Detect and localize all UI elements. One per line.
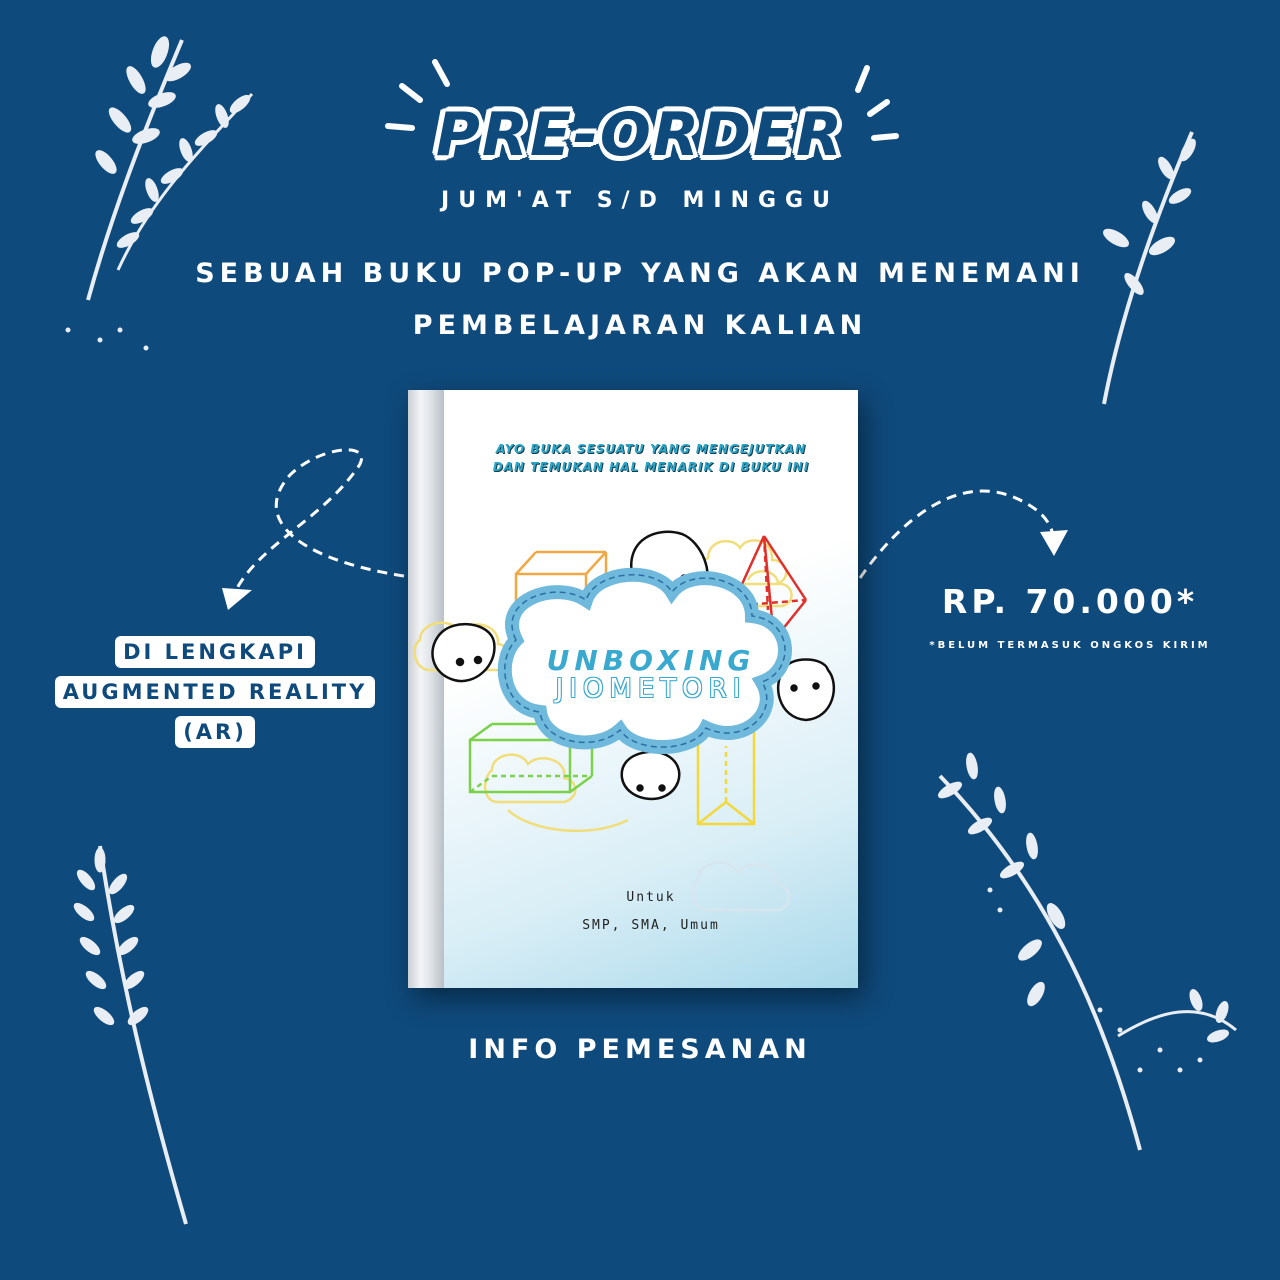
- order-info-link[interactable]: INFO PEMESANAN: [0, 1034, 1280, 1065]
- headline-line-2: PEMBELAJARAN KALIAN: [412, 310, 868, 341]
- book-for-label: Untuk: [626, 890, 676, 905]
- price-note: *BELUM TERMASUK ONGKOS KIRIM: [929, 640, 1211, 651]
- book-title-line-1: UNBOXING: [546, 644, 756, 677]
- preorder-title: PRE-ORDER: [435, 100, 845, 170]
- book-title-line-2: JIOMETORI: [555, 674, 747, 704]
- feature-label: DI LENGKAPI AUGMENTED REALITY (AR): [30, 632, 400, 752]
- feature-line-2: AUGMENTED REALITY (AR): [54, 676, 376, 748]
- dashed-arrow-icon: [234, 448, 405, 591]
- preorder-subtitle: JUM'AT S/D MINGGU: [441, 188, 839, 213]
- dashed-arrow-icon: [858, 489, 1056, 579]
- book-tagline-2: DAN TEMUKAN HAL MENARIK DI BUKU INI: [492, 460, 810, 474]
- prism-icon: [696, 728, 756, 826]
- book-tagline-1: AYO BUKA SESUATU YANG MENGEJUTKAN: [495, 442, 807, 456]
- leaf-branch-icon: [937, 752, 1237, 1151]
- book-cover: AYO BUKA SESUATU YANG MENGEJUTKAN DAN TE…: [408, 390, 858, 988]
- feature-line-1: DI LENGKAPI: [115, 636, 315, 668]
- book-audience: SMP, SMA, Umum: [582, 918, 720, 933]
- price: RP. 70.000*: [941, 582, 1199, 621]
- headline-line-1: SEBUAH BUKU POP-UP YANG AKAN MENEMANI: [195, 258, 1085, 289]
- arrowhead-icon: [222, 588, 252, 610]
- arrowhead-icon: [1040, 530, 1068, 556]
